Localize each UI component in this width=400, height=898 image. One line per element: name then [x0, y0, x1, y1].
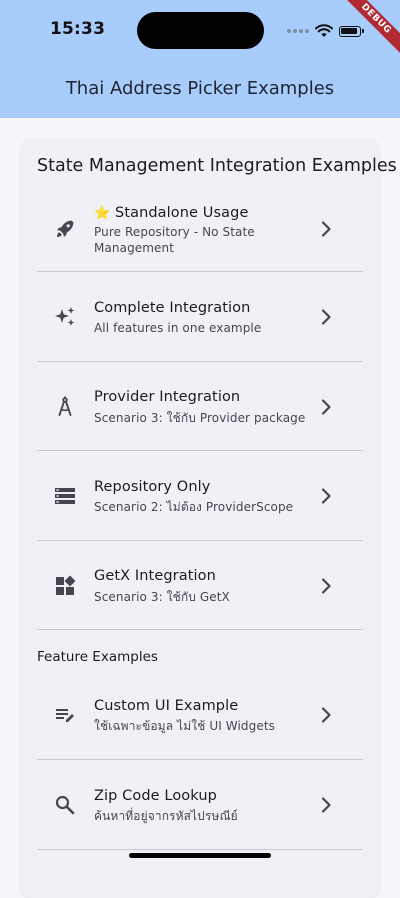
- item-title: Zip Code Lookup: [94, 788, 217, 804]
- chevron-right-icon: [321, 308, 331, 325]
- item-title: GetX Integration: [94, 568, 216, 584]
- item-title: Complete Integration: [94, 300, 251, 316]
- wifi-icon: [315, 24, 333, 37]
- list-item-repository-only[interactable]: Repository Only Scenario 2: ไม่ต้อง Prov…: [37, 451, 363, 540]
- divider: [37, 629, 363, 630]
- item-subtitle: Scenario 3: ใช้กับ Provider package: [94, 411, 306, 425]
- compass-icon: [58, 396, 72, 416]
- item-title: Custom UI Example: [94, 698, 239, 714]
- item-subtitle: Pure Repository - No State Management: [94, 225, 255, 255]
- list-item-zip-code-lookup[interactable]: Zip Code Lookup ค้นหาที่อยู่จากรหัสไปรษณ…: [37, 760, 363, 849]
- list-item-complete-integration[interactable]: Complete Integration All features in one…: [37, 272, 363, 361]
- chevron-right-icon: [321, 398, 331, 415]
- card-title: State Management Integration Examples: [37, 156, 397, 176]
- item-subtitle: Scenario 3: ใช้กับ GetX: [94, 590, 230, 604]
- section-title-feature-examples: Feature Examples: [37, 649, 158, 665]
- page-title: Thai Address Picker Examples: [65, 78, 335, 99]
- chevron-right-icon: [321, 577, 331, 594]
- chevron-right-icon: [321, 220, 331, 237]
- divider: [37, 849, 363, 850]
- item-title: Repository Only: [94, 479, 211, 495]
- item-subtitle: ใช้เฉพาะข้อมูล ไม่ใช้ UI Widgets: [94, 719, 275, 733]
- list-item-provider-integration[interactable]: Provider Integration Scenario 3: ใช้กับ …: [37, 362, 363, 451]
- dynamic-island: [137, 12, 264, 49]
- storage-icon: [55, 487, 75, 504]
- item-subtitle: ค้นหาที่อยู่จากรหัสไปรษณีย์: [94, 809, 238, 823]
- cellular-signal-icon: [287, 29, 309, 33]
- home-indicator[interactable]: [129, 853, 271, 858]
- search-icon: [55, 795, 75, 814]
- item-title: Provider Integration: [94, 389, 241, 405]
- sparkle-icon: [55, 306, 75, 326]
- item-subtitle: Scenario 2: ไม่ต้อง ProviderScope: [94, 500, 294, 514]
- star-emoji-icon: ⭐: [94, 206, 111, 221]
- status-icons: [287, 21, 364, 41]
- chevron-right-icon: [321, 487, 331, 504]
- status-time: 15:33: [50, 19, 106, 39]
- widgets-icon: [56, 575, 76, 595]
- list-item-custom-ui-example[interactable]: Custom UI Example ใช้เฉพาะข้อมูล ไม่ใช้ …: [37, 670, 363, 759]
- chevron-right-icon: [321, 796, 331, 813]
- item-subtitle: All features in one example: [94, 321, 262, 335]
- rocket-icon: [57, 220, 74, 237]
- edit-note-icon: [56, 708, 74, 722]
- app-bar: 15:33 DEBUG Thai Address Picker Examples: [0, 0, 400, 118]
- battery-icon: [339, 25, 364, 37]
- chevron-right-icon: [321, 706, 331, 723]
- list-item-getx-integration[interactable]: GetX Integration Scenario 3: ใช้กับ GetX: [37, 541, 363, 630]
- list-item-standalone-usage[interactable]: ⭐ Standalone Usage Pure Repository - No …: [37, 184, 363, 273]
- item-title: Standalone Usage: [115, 205, 249, 221]
